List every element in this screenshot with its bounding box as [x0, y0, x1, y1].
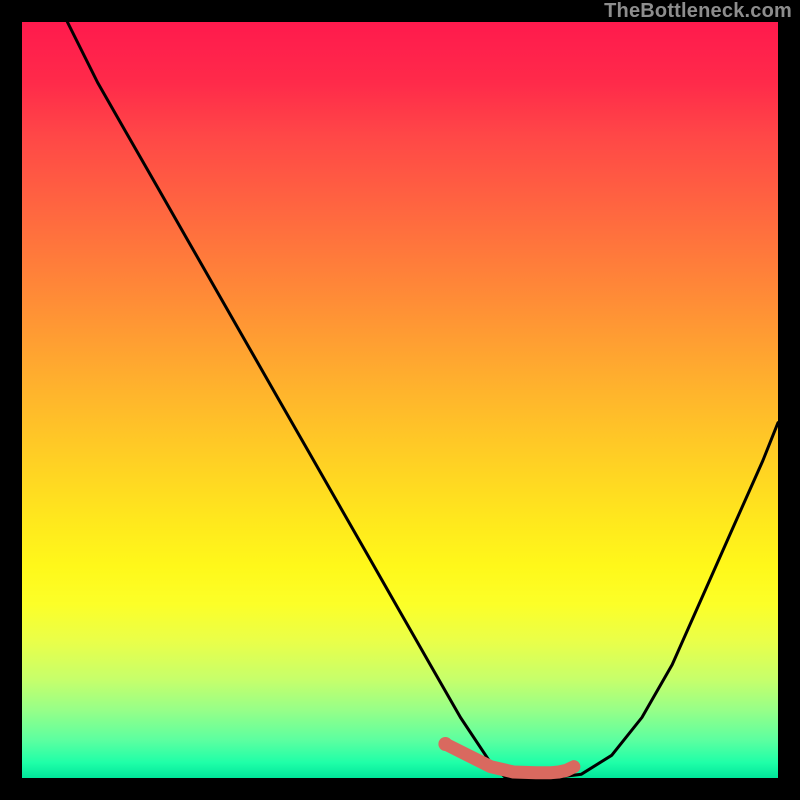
bottleneck-curve	[67, 22, 778, 778]
highlight-dot	[438, 737, 452, 751]
highlight-segment	[445, 744, 574, 773]
chart-plot-area	[22, 22, 778, 778]
chart-frame: TheBottleneck.com	[0, 0, 800, 800]
attribution-text: TheBottleneck.com	[604, 0, 792, 23]
